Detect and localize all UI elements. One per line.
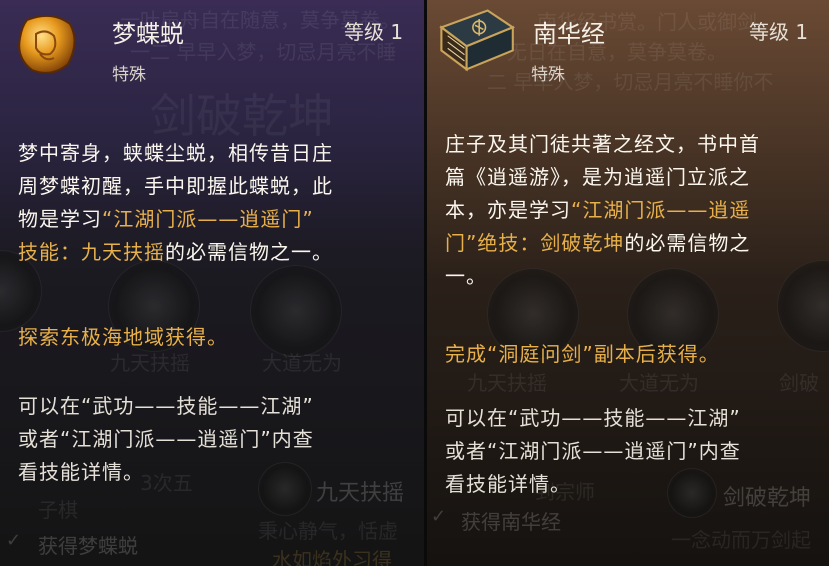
hint-line: 可以在“武功——技能——江湖” — [445, 406, 741, 430]
bg-skill-desc: 一念动而万剑起 — [671, 528, 811, 552]
description-line: 物是学习“江湖门派——逍遥门” — [18, 203, 333, 236]
item-title: 南华经 — [533, 20, 605, 48]
description-line: 梦中寄身，蛱蝶尘蜕，相传昔日庄 — [18, 137, 333, 170]
bg-skill-name: 九天扶摇 — [467, 371, 547, 395]
bg-note: 子棋 — [38, 498, 78, 522]
item-source: 完成“洞庭问剑”副本后获得。 — [445, 342, 720, 366]
description-text: 的必需信物之一。 — [165, 240, 333, 264]
item-category: 特殊 — [531, 65, 565, 85]
hint-line: 看技能详情。 — [445, 472, 571, 496]
description-line: 技能：九天扶摇的必需信物之一。 — [18, 236, 333, 269]
bg-skill-name: 九天扶摇 — [110, 351, 190, 375]
check-icon: ✓ — [6, 530, 22, 551]
bg-check-label: 获得梦蝶蜕 — [38, 534, 138, 558]
item-description: 庄子及其门徒共著之经文，书中首 篇《逍遥游》，是为逍遥门立派之 本，亦是学习“江湖门… — [445, 128, 760, 293]
hint-line: 或者“江湖门派——逍遥门”内查 — [18, 427, 314, 451]
item-tooltip-nanhua-scripture: 南华经书赏。门人或御剑 无日在自意，莫争莫卷。 二 早早入梦，切忌月亮不睡你不 … — [427, 0, 829, 566]
item-hint: 可以在“武功——技能——江湖” 或者“江湖门派——逍遥门”内查 看技能详情。 — [445, 402, 741, 501]
description-line: 本，亦是学习“江湖门派——逍遥 — [445, 194, 760, 227]
description-text: 梦中寄身，蛱蝶尘蜕，相传昔日庄 — [18, 141, 333, 165]
highlight-text: “江湖门派——逍遥 — [571, 198, 751, 222]
bg-check-label: 获得南华经 — [461, 510, 561, 534]
hint-line: 或者“江湖门派——逍遥门”内查 — [445, 439, 741, 463]
description-text: 的必需信物之 — [624, 231, 751, 255]
highlight-text: “江湖门派——逍遥门” — [102, 207, 314, 231]
description-text: 周梦蝶初醒，手中即握此蝶蜕，此 — [18, 174, 333, 198]
scripture-book-icon[interactable] — [433, 4, 517, 78]
bg-skill-icon — [250, 265, 342, 357]
description-text: 物是学习 — [18, 207, 102, 231]
description-text: 本，亦是学习 — [445, 198, 571, 222]
description-line: 门”绝技：剑破乾坤的必需信物之 — [445, 227, 760, 260]
bg-skill-desc: 秉心静气，恬虚 — [258, 519, 398, 543]
check-icon: ✓ — [431, 506, 447, 527]
description-line: 周梦蝶初醒，手中即握此蝶蜕，此 — [18, 170, 333, 203]
description-text: 庄子及其门徒共著之经文，书中首 — [445, 132, 760, 156]
butterfly-shell-icon[interactable] — [12, 10, 82, 80]
bg-text-line: 二 早早入梦，切忌月亮不睡你不 — [487, 70, 774, 94]
hint-line: 可以在“武功——技能——江湖” — [18, 394, 314, 418]
bg-skill-name: 大道无为 — [619, 371, 699, 395]
item-level: 等级 1 — [344, 20, 404, 44]
bg-skill-name: 剑破 — [779, 371, 819, 395]
bg-skill-name: 大道无为 — [262, 351, 342, 375]
description-text: 一。 — [445, 264, 487, 288]
bg-skill-desc: 水如焰外习得 — [272, 548, 392, 566]
description-line: 篇《逍遥游》，是为逍遥门立派之 — [445, 161, 760, 194]
item-description: 梦中寄身，蛱蝶尘蜕，相传昔日庄 周梦蝶初醒，手中即握此蝶蜕，此 物是学习“江湖门派—… — [18, 137, 333, 269]
description-text: 篇《逍遥游》，是为逍遥门立派之 — [445, 165, 750, 189]
item-title: 梦蝶蜕 — [112, 20, 184, 48]
highlight-text: 门”绝技：剑破乾坤 — [445, 231, 625, 255]
item-tooltip-dream-butterfly: 一叶扁舟自在随意，莫争莫卷。 一二 早早入梦，切忌月亮不睡 剑破乾坤 九天扶摇 … — [0, 0, 424, 566]
hint-line: 看技能详情。 — [18, 460, 144, 484]
bg-skill-icon — [777, 260, 829, 352]
item-hint: 可以在“武功——技能——江湖” 或者“江湖门派——逍遥门”内查 看技能详情。 — [18, 390, 314, 489]
item-level: 等级 1 — [749, 20, 809, 44]
description-line: 一。 — [445, 260, 760, 293]
item-category: 特殊 — [112, 65, 146, 85]
item-source: 探索东极海地域获得。 — [18, 325, 228, 349]
description-line: 庄子及其门徒共著之经文，书中首 — [445, 128, 760, 161]
bg-skill-name: 九天扶摇 — [316, 481, 405, 506]
highlight-text: 技能：九天扶摇 — [18, 240, 165, 264]
